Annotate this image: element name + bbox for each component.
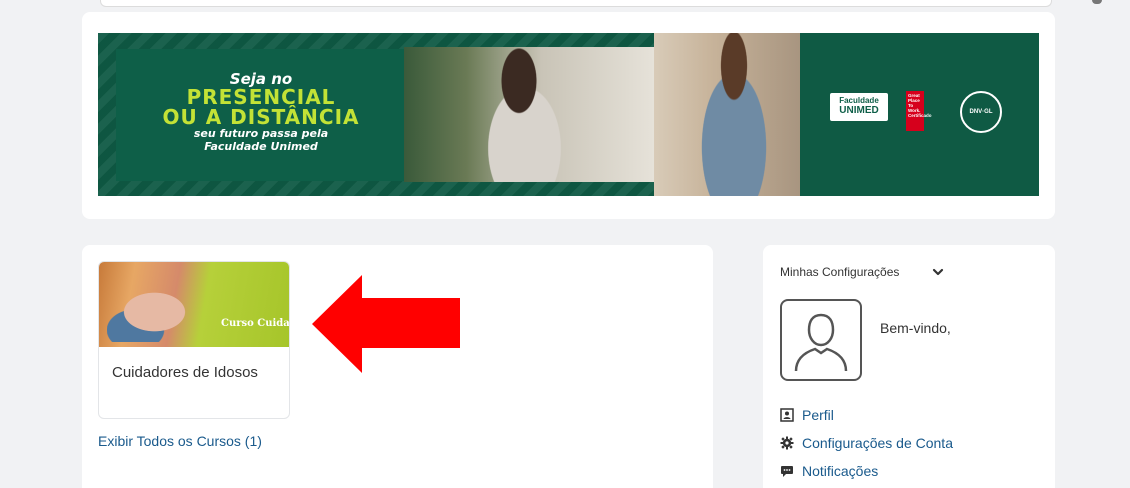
slogan-line-2: PRESENCIAL — [186, 85, 336, 109]
slogan-line-4: seu futuro passa pela — [193, 127, 329, 140]
banner-photo-student-smiling — [654, 33, 800, 196]
gptw-logo: Great Place To Work. Certificado — [906, 91, 932, 131]
banner-slogan: Seja no PRESENCIAL OU A DISTÂNCIA seu fu… — [116, 71, 406, 153]
profile-link[interactable]: Perfil — [780, 405, 834, 425]
scroll-indicator — [1092, 0, 1102, 4]
banner-photo-student-writing — [404, 47, 654, 182]
banner-card: Seja no PRESENCIAL OU A DISTÂNCIA seu fu… — [82, 12, 1055, 219]
course-tile[interactable]: Curso Cuidad Cuidadores de Idosos — [98, 261, 290, 419]
account-settings-link-label[interactable]: Configurações de Conta — [802, 435, 953, 451]
settings-card: Minhas Configurações Bem-vindo, Perfil C… — [763, 245, 1055, 488]
chevron-down-icon[interactable] — [931, 265, 945, 279]
gear-icon — [780, 436, 794, 450]
photo-person — [684, 33, 784, 196]
dnv-gl-logo: DNV·GL — [960, 91, 1002, 133]
red-arrow-annotation — [312, 275, 460, 373]
page: Seja no PRESENCIAL OU A DISTÂNCIA seu fu… — [0, 0, 1130, 488]
account-settings-link[interactable]: Configurações de Conta — [780, 433, 953, 453]
user-silhouette-icon — [794, 313, 848, 372]
photo-person — [464, 47, 574, 182]
profile-link-label[interactable]: Perfil — [802, 407, 834, 423]
promo-banner[interactable]: Seja no PRESENCIAL OU A DISTÂNCIA seu fu… — [98, 33, 1039, 196]
avatar[interactable] — [780, 299, 862, 381]
settings-title[interactable]: Minhas Configurações — [780, 265, 899, 279]
course-image[interactable]: Curso Cuidad — [99, 262, 289, 347]
logo-unimed-text: UNIMED — [839, 105, 879, 116]
course-name[interactable]: Cuidadores de Idosos — [112, 364, 258, 381]
view-all-courses-link[interactable]: Exibir Todos os Cursos (1) — [98, 433, 262, 449]
message-icon — [781, 466, 793, 477]
slogan-line-3: OU A DISTÂNCIA — [162, 105, 360, 129]
welcome-text: Bem-vindo, — [880, 320, 951, 336]
profile-icon — [780, 408, 794, 422]
slogan-line-5: Faculdade Unimed — [204, 140, 318, 153]
notifications-link[interactable]: Notificações — [780, 461, 878, 481]
logo-faculdade-text: Faculdade — [839, 96, 879, 105]
search-bar[interactable] — [100, 0, 1052, 7]
notifications-link-label[interactable]: Notificações — [802, 463, 878, 479]
course-image-label: Curso Cuidad — [221, 318, 290, 329]
faculdade-unimed-logo: Faculdade UNIMED — [830, 93, 888, 121]
course-image-hands — [107, 282, 202, 342]
